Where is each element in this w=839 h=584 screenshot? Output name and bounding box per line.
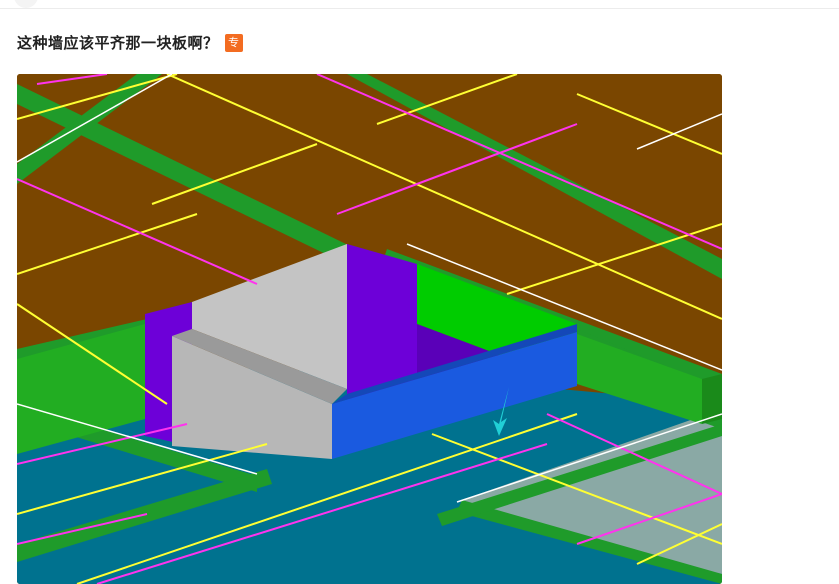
green-wall-end <box>702 374 722 424</box>
question-header: 这种墙应该平齐那一块板啊？ 专 <box>17 32 243 53</box>
pro-badge: 专 <box>224 33 243 52</box>
question-title: 这种墙应该平齐那一块板啊？ <box>17 34 219 52</box>
avatar <box>14 0 38 8</box>
divider <box>0 8 839 9</box>
question-image[interactable] <box>17 74 722 584</box>
3d-model-screenshot <box>17 74 722 584</box>
